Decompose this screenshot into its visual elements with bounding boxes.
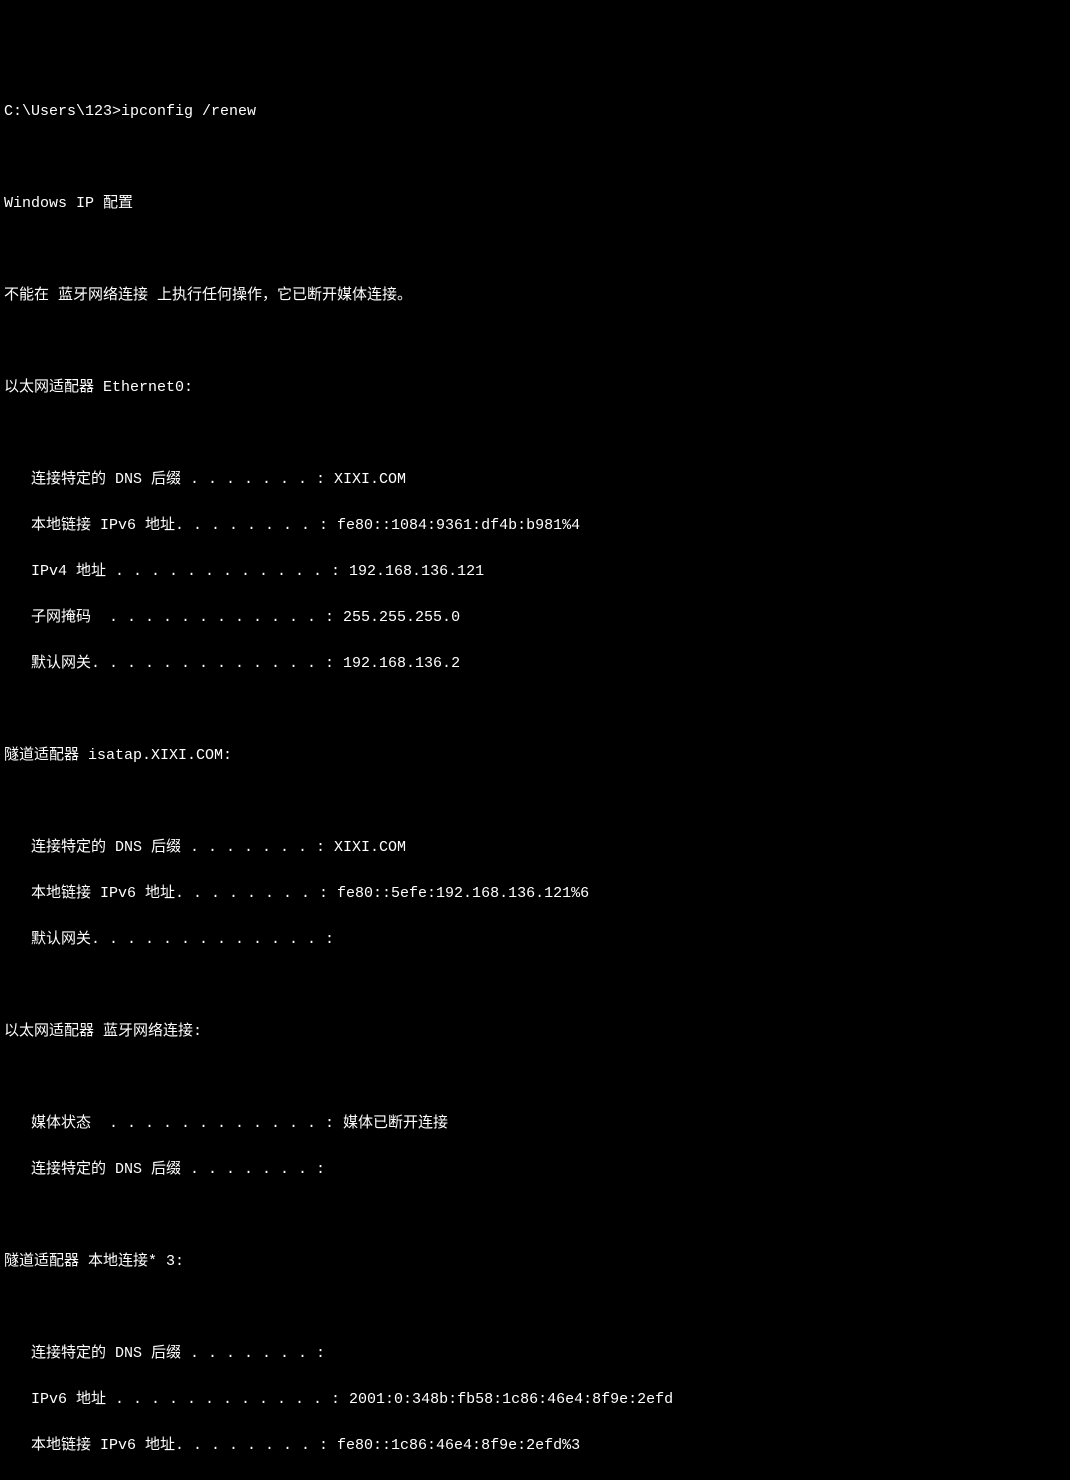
ethernet0-subnet-mask: 子网掩码 . . . . . . . . . . . . : 255.255.2…	[4, 606, 1066, 629]
isatap-default-gateway: 默认网关. . . . . . . . . . . . . :	[4, 928, 1066, 951]
blank-line	[4, 146, 1066, 169]
ethernet0-default-gateway: 默认网关. . . . . . . . . . . . . : 192.168.…	[4, 652, 1066, 675]
ethernet0-dns-suffix: 连接特定的 DNS 后缀 . . . . . . . : XIXI.COM	[4, 468, 1066, 491]
blank-line	[4, 974, 1066, 997]
prompt-path: C:\Users\123>	[4, 103, 121, 120]
tunnel3-dns-suffix: 连接特定的 DNS 后缀 . . . . . . . :	[4, 1342, 1066, 1365]
adapter-bluetooth-title: 以太网适配器 蓝牙网络连接:	[4, 1020, 1066, 1043]
prompt-command: ipconfig /renew	[121, 103, 256, 120]
blank-line	[4, 790, 1066, 813]
blank-line	[4, 698, 1066, 721]
isatap-dns-suffix: 连接特定的 DNS 后缀 . . . . . . . : XIXI.COM	[4, 836, 1066, 859]
ethernet0-link-local-ipv6: 本地链接 IPv6 地址. . . . . . . . : fe80::1084…	[4, 514, 1066, 537]
blank-line	[4, 238, 1066, 261]
blank-line	[4, 1296, 1066, 1319]
blank-line	[4, 422, 1066, 445]
adapter-ethernet0-title: 以太网适配器 Ethernet0:	[4, 376, 1066, 399]
adapter-tunnel3-title: 隧道适配器 本地连接* 3:	[4, 1250, 1066, 1273]
blank-line	[4, 1204, 1066, 1227]
blank-line	[4, 1066, 1066, 1089]
ethernet0-ipv4-address: IPv4 地址 . . . . . . . . . . . . : 192.16…	[4, 560, 1066, 583]
error-message: 不能在 蓝牙网络连接 上执行任何操作，它已断开媒体连接。	[4, 284, 1066, 307]
tunnel3-ipv6-address: IPv6 地址 . . . . . . . . . . . . : 2001:0…	[4, 1388, 1066, 1411]
command-prompt-line[interactable]: C:\Users\123>ipconfig /renew	[4, 100, 1066, 123]
ip-config-header: Windows IP 配置	[4, 192, 1066, 215]
bluetooth-media-state: 媒体状态 . . . . . . . . . . . . : 媒体已断开连接	[4, 1112, 1066, 1135]
adapter-isatap-title: 隧道适配器 isatap.XIXI.COM:	[4, 744, 1066, 767]
blank-line	[4, 330, 1066, 353]
bluetooth-dns-suffix: 连接特定的 DNS 后缀 . . . . . . . :	[4, 1158, 1066, 1181]
tunnel3-link-local-ipv6: 本地链接 IPv6 地址. . . . . . . . : fe80::1c86…	[4, 1434, 1066, 1457]
isatap-link-local-ipv6: 本地链接 IPv6 地址. . . . . . . . : fe80::5efe…	[4, 882, 1066, 905]
